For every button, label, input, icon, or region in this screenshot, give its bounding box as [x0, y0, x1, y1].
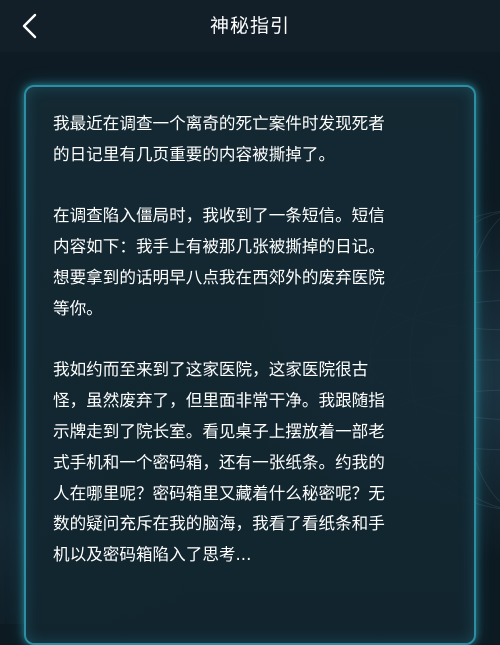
story-paragraph-1: 我最近在调查一个离奇的死亡案件时发现死者 的日记里有几页重要的内容被撕掉了。	[53, 114, 385, 164]
story-paragraph-2: 在调查陷入僵局时，我收到了一条短信。短信 内容如下：我手上有被那几张被撕掉的日记…	[53, 206, 385, 318]
story-panel: 我最近在调查一个离奇的死亡案件时发现死者 的日记里有几页重要的内容被撕掉了。 在…	[24, 85, 476, 645]
story-paragraph-3: 我如约而至来到了这家医院，这家医院很古 怪，虽然废弃了，但里面非常干净。我跟随指…	[53, 360, 385, 565]
story-text: 我最近在调查一个离奇的死亡案件时发现死者 的日记里有几页重要的内容被撕掉了。 在…	[53, 109, 449, 571]
page-title: 神秘指引	[209, 15, 290, 37]
top-bar: 神秘指引	[0, 0, 500, 52]
